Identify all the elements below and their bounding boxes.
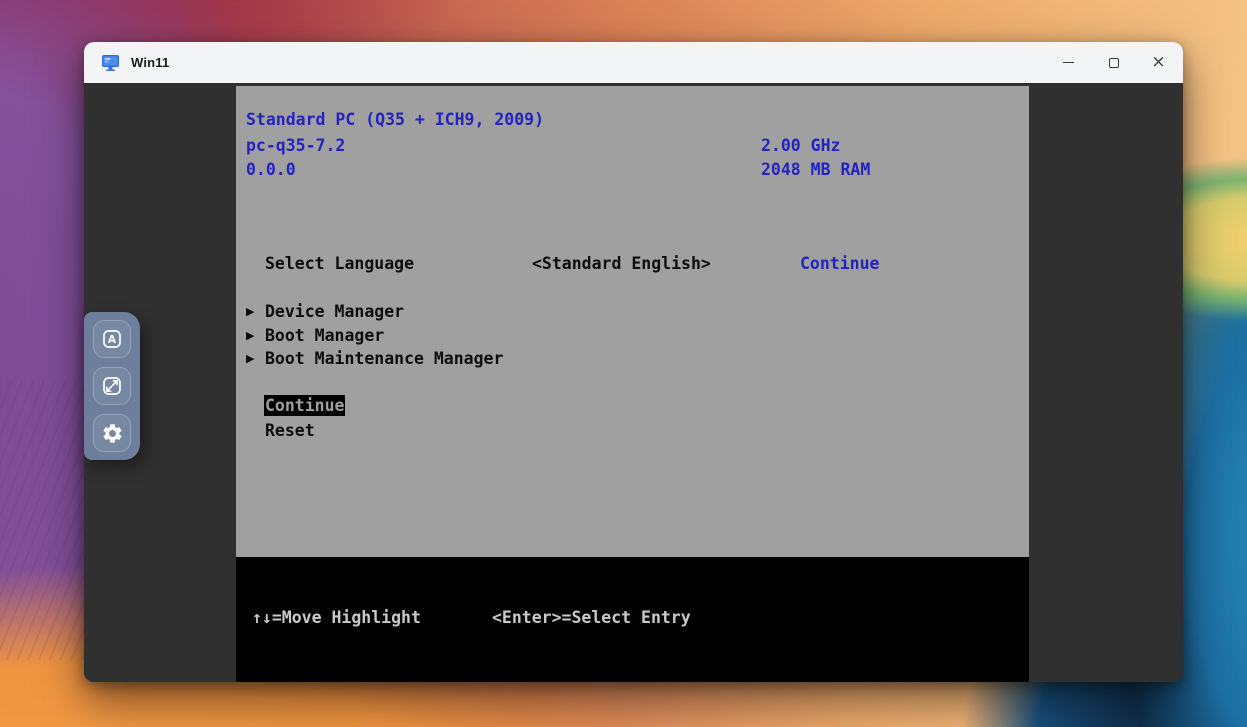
submenu-arrow-icon: ▶: [246, 302, 265, 322]
keyboard-a-icon: A: [101, 328, 123, 350]
close-icon: ×: [1151, 54, 1165, 71]
keyboard-button[interactable]: A: [93, 320, 131, 358]
svg-text:A: A: [108, 334, 117, 346]
monitor-icon: [101, 54, 120, 72]
vm-display[interactable]: Standard PC (Q35 + ICH9, 2009) pc-q35-7.…: [236, 86, 1029, 682]
menu-item-continue[interactable]: Continue: [264, 395, 345, 416]
submenu-arrow-icon: ▶: [246, 326, 265, 346]
resize-icon: [101, 375, 123, 397]
vm-client-area: Standard PC (Q35 + ICH9, 2009) pc-q35-7.…: [84, 83, 1183, 682]
menu-item-boot-maintenance-manager[interactable]: ▶ Boot Maintenance Manager: [246, 349, 503, 369]
minimize-icon: [1063, 62, 1074, 64]
menu-item-reset[interactable]: Reset: [265, 420, 315, 441]
helpbar-select-entry: <Enter>=Select Entry: [492, 608, 691, 628]
select-language-label: Select Language: [265, 254, 414, 274]
helpbar-move-highlight: ↑↓=Move Highlight: [252, 608, 421, 628]
menu-item-device-manager[interactable]: ▶ Device Manager: [246, 302, 404, 322]
maximize-icon: [1109, 58, 1119, 68]
maximize-button[interactable]: [1091, 42, 1136, 83]
bios-machine-version: pc-q35-7.2: [246, 136, 345, 156]
menu-item-label: Boot Manager: [265, 326, 384, 346]
close-button[interactable]: ×: [1136, 42, 1181, 83]
select-language-value[interactable]: <Standard English>: [532, 254, 711, 274]
menu-item-label: Boot Maintenance Manager: [265, 349, 503, 369]
resize-button[interactable]: [93, 367, 131, 405]
window-titlebar[interactable]: Win11 ×: [84, 42, 1183, 83]
bios-firmware-version: 0.0.0: [246, 160, 296, 180]
desktop-wallpaper: Win11 × Standard PC (Q35 + ICH9, 2009) p…: [0, 0, 1247, 727]
menu-item-boot-manager[interactable]: ▶ Boot Manager: [246, 326, 384, 346]
bios-ram: 2048 MB RAM: [761, 160, 870, 180]
bios-cpu-speed: 2.00 GHz: [761, 136, 840, 156]
settings-button[interactable]: [93, 414, 131, 452]
bios-machine-name: Standard PC (Q35 + ICH9, 2009): [246, 110, 544, 130]
overlay-toolbar: A: [84, 312, 140, 460]
minimize-button[interactable]: [1046, 42, 1091, 83]
menu-item-label: Device Manager: [265, 302, 404, 322]
window-title: Win11: [131, 55, 169, 70]
submenu-arrow-icon: ▶: [246, 349, 265, 369]
window-controls: ×: [1046, 42, 1183, 83]
gear-icon: [101, 422, 124, 445]
help-panel-text: Continue: [800, 254, 879, 274]
vm-window: Win11 × Standard PC (Q35 + ICH9, 2009) p…: [84, 42, 1183, 682]
